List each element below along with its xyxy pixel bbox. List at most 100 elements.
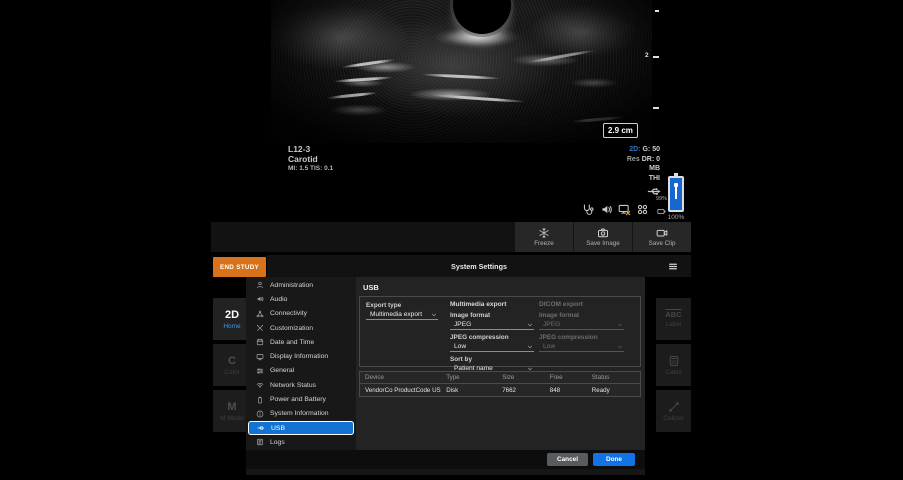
dicom-image-format-value: JPEG: [543, 321, 560, 328]
echo-streak: [431, 94, 526, 104]
depth-scale-label: 2: [645, 52, 649, 59]
export-settings-group: Export type Multimedia export Multimedia…: [359, 296, 641, 367]
save-clip-label: Save Clip: [649, 240, 676, 247]
secondary-battery-status: 99%: [654, 203, 669, 216]
param-mode-label: 2D:: [629, 146, 640, 153]
save-clip-button[interactable]: Save Clip: [633, 222, 691, 252]
menu-icon[interactable]: [667, 262, 679, 271]
dicom-image-format-select: JPEG: [539, 320, 624, 330]
settings-titlebar: System Settings: [267, 255, 691, 277]
menu-item-general[interactable]: General: [246, 364, 356, 378]
menu-label: Date and Time: [270, 339, 314, 346]
export-type-label: Export type: [366, 302, 438, 309]
col-header-type: Type: [441, 374, 497, 381]
mode-2d-key: 2D: [225, 309, 239, 321]
dicom-image-format-label: Image format: [539, 312, 624, 319]
multimedia-export-column: Multimedia export Image format JPEG JPEG…: [450, 297, 534, 374]
jpeg-compression-value: Low: [454, 343, 466, 350]
table-header-row: Device Type Size Free Status: [360, 372, 640, 384]
menu-item-connectivity[interactable]: Connectivity: [246, 307, 356, 321]
menu-label: Customization: [270, 325, 313, 332]
col-header-free: Free: [545, 374, 587, 381]
network-cluster-icon[interactable]: [636, 203, 649, 216]
calcs-tool-label: Calcs: [665, 369, 681, 376]
top-toolbar: Freeze Save Image Save Clip: [211, 222, 691, 252]
display-disconnected-icon[interactable]: [618, 203, 631, 216]
camera-icon: [597, 227, 609, 239]
chevron-down-icon: [431, 312, 437, 318]
menu-item-administration[interactable]: Administration: [246, 278, 356, 292]
battery-horizontal-icon: [654, 207, 669, 216]
menu-label: Network Status: [270, 382, 316, 389]
mode-mmode-key: M: [227, 401, 236, 413]
ultrasound-image[interactable]: [271, 0, 652, 143]
menu-item-customization[interactable]: Customization: [246, 321, 356, 335]
usb-settings-panel: USB Export type Multimedia export Multim…: [356, 277, 645, 450]
volume-icon[interactable]: [600, 203, 613, 216]
freeze-icon: [538, 227, 550, 239]
chevron-down-icon: [617, 322, 623, 328]
menu-label: Logs: [270, 439, 285, 446]
caliper-icon: [668, 401, 680, 413]
menu-item-usb[interactable]: USB: [248, 421, 354, 435]
cell-size: 7662: [497, 387, 545, 394]
usb-icon: [257, 424, 265, 432]
menu-item-display-information[interactable]: Display Information: [246, 349, 356, 363]
settings-title: System Settings: [451, 262, 507, 271]
calcs-tool-button[interactable]: Calcs: [656, 344, 691, 386]
person-icon: [256, 281, 264, 289]
done-button[interactable]: Done: [593, 453, 635, 466]
image-format-select[interactable]: JPEG: [450, 320, 534, 330]
menu-item-logs[interactable]: Logs: [246, 435, 356, 449]
param-dr: DR: 0: [642, 156, 660, 163]
preset-label: Carotid: [288, 154, 333, 164]
table-row[interactable]: VendorCo ProductCode USB D Disk 7662 848…: [360, 384, 640, 396]
menu-label: Power and Battery: [270, 396, 326, 403]
label-tool-label: Label: [666, 321, 682, 328]
battery-icon: [668, 176, 684, 212]
caliper-tool-button[interactable]: Caliper: [656, 390, 691, 432]
cell-type: Disk: [441, 387, 497, 394]
param-mb: MB: [649, 165, 660, 172]
settings-menu: Administration Audio Connectivity Custom…: [246, 277, 356, 450]
menu-item-date-and-time[interactable]: Date and Time: [246, 335, 356, 349]
cell-device: VendorCo ProductCode USB D: [360, 387, 441, 394]
menu-item-audio[interactable]: Audio: [246, 292, 356, 306]
menu-item-power-and-battery[interactable]: Power and Battery: [246, 392, 356, 406]
echo-streak: [326, 91, 378, 99]
stethoscope-icon[interactable]: [582, 203, 595, 216]
menu-item-system-information[interactable]: System Information: [246, 407, 356, 421]
export-type-select[interactable]: Multimedia export: [366, 310, 438, 320]
info-icon: [256, 410, 264, 418]
cancel-button[interactable]: Cancel: [547, 453, 588, 466]
status-icon-row: 99%: [582, 203, 669, 216]
videocam-icon: [656, 227, 668, 239]
abc-icon: ABC: [665, 310, 681, 319]
param-line: THI: [627, 174, 660, 184]
mode-2d-label: Home: [223, 323, 240, 330]
col-header-device: Device: [360, 374, 441, 381]
cell-free: 848: [545, 387, 587, 394]
label-tool-button[interactable]: ABC Label: [656, 298, 691, 340]
end-study-button[interactable]: END STUDY: [213, 257, 266, 277]
dialog-action-bar: Cancel Done: [246, 450, 645, 469]
chevron-down-icon: [617, 344, 623, 350]
echo-streak: [421, 73, 501, 80]
caliper-tool-label: Caliper: [663, 415, 684, 422]
jpeg-compression-label: JPEG compression: [450, 334, 534, 341]
menu-label: Audio: [270, 296, 287, 303]
monitor-icon: [256, 353, 264, 361]
jpeg-compression-select[interactable]: Low: [450, 342, 534, 352]
save-image-button[interactable]: Save Image: [574, 222, 632, 252]
transducer-label: L12-3: [288, 144, 333, 154]
freeze-button[interactable]: Freeze: [515, 222, 573, 252]
menu-item-network-status[interactable]: Network Status: [246, 378, 356, 392]
mode-color-label: Color: [224, 369, 240, 376]
depth-tick: [655, 10, 659, 12]
col-header-size: Size: [497, 374, 545, 381]
image-format-value: JPEG: [454, 321, 471, 328]
mode-color-key: C: [228, 355, 236, 367]
imaging-parameters: 2D:G: 50 ResDR: 0 MB THI: [627, 145, 660, 183]
image-format-label: Image format: [450, 312, 534, 319]
measurement-value[interactable]: 2.9 cm: [603, 123, 638, 138]
